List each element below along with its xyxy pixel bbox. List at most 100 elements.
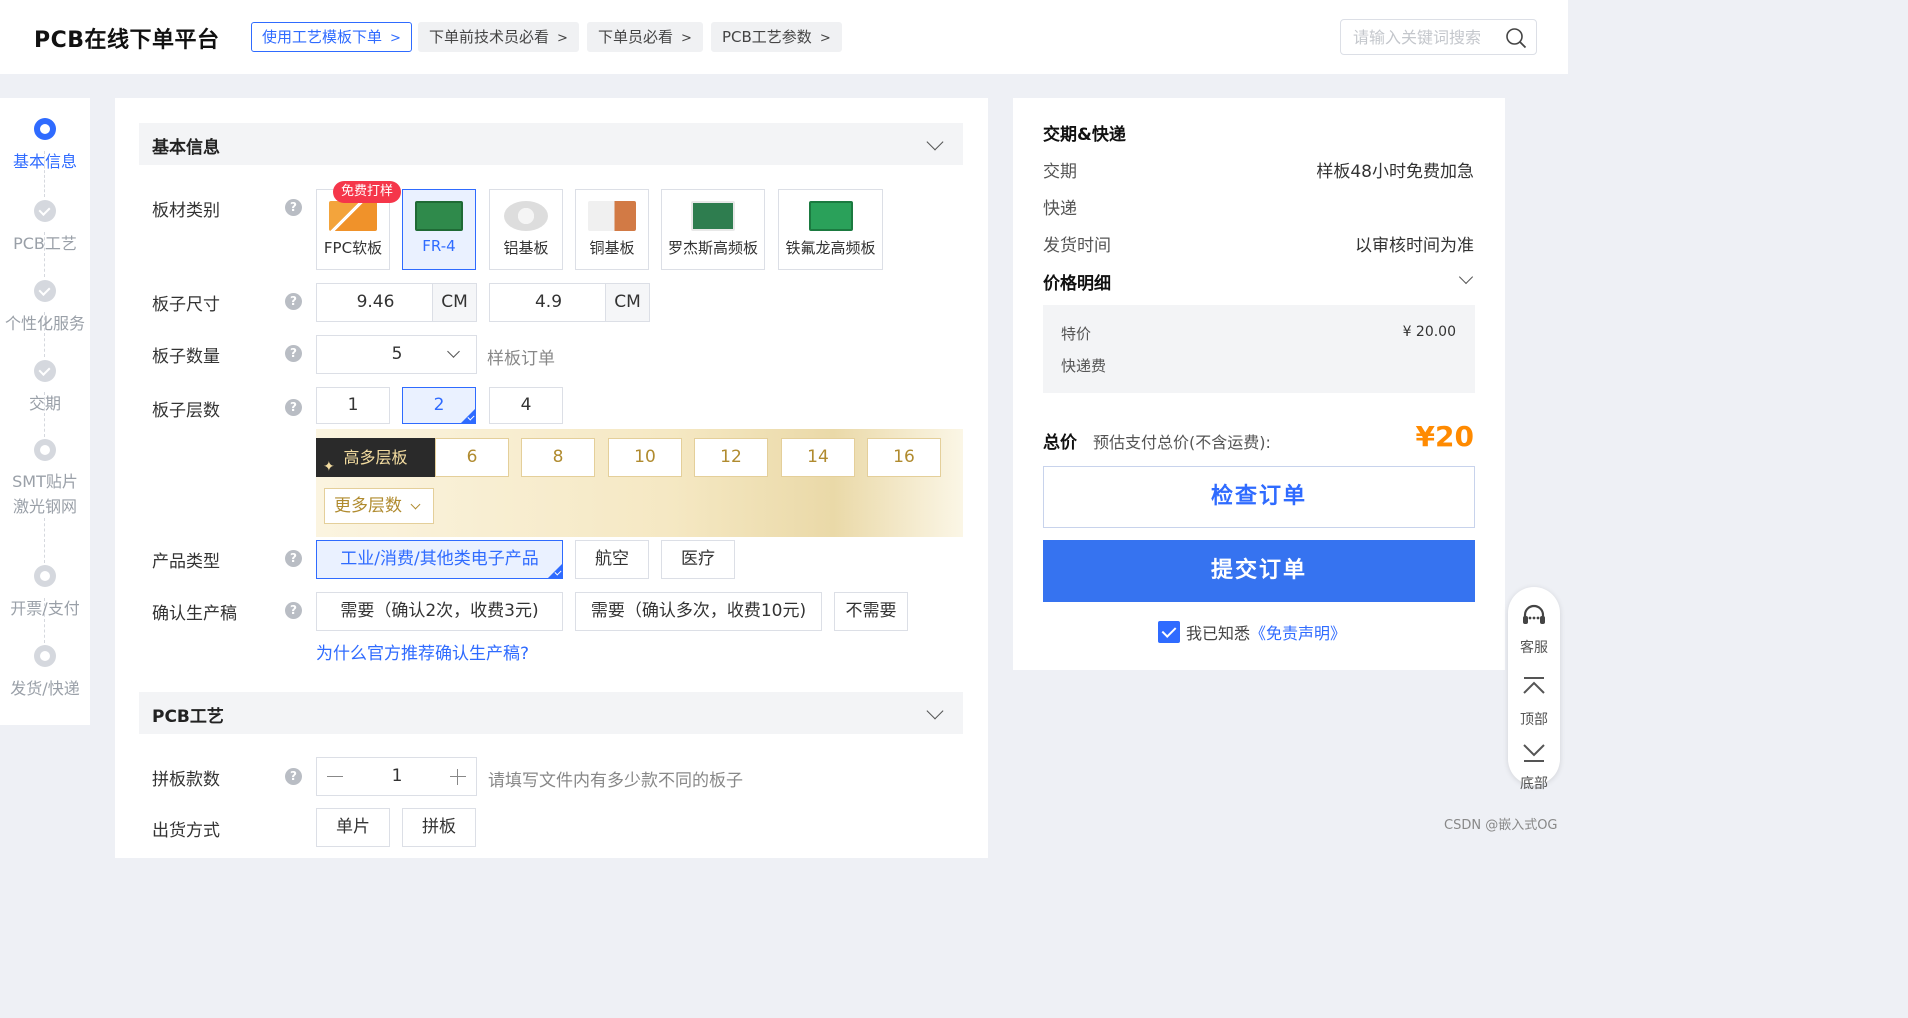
- more-layers-label: 更多层数: [334, 496, 402, 516]
- layer-option-6[interactable]: 6: [435, 438, 509, 477]
- width-input[interactable]: 9.46 CM: [316, 283, 477, 322]
- step-custom-service[interactable]: 个性化服务: [0, 280, 90, 334]
- quantity-hint: 样板订单: [487, 349, 555, 369]
- help-icon[interactable]: ?: [285, 199, 302, 216]
- confirm-draft-label: 确认生产稿: [152, 604, 237, 624]
- material-copper[interactable]: 铜基板: [575, 189, 649, 270]
- delivery-shipping-title: 交期&快递: [1043, 125, 1126, 145]
- layer-option-10[interactable]: 10: [608, 438, 682, 477]
- tag-orderer-must-read[interactable]: 下单员必看 >: [587, 22, 703, 52]
- tag-template-order[interactable]: 使用工艺模板下单 >: [251, 22, 412, 52]
- unit-cm: CM: [432, 284, 476, 321]
- tag-technician-must-read[interactable]: 下单前技术员必看 >: [418, 22, 579, 52]
- help-icon[interactable]: ?: [285, 345, 302, 362]
- section-title: PCB工艺: [152, 707, 224, 727]
- more-layers-dropdown[interactable]: 更多层数: [324, 488, 434, 524]
- disclaimer-link[interactable]: 《免责声明》: [1250, 624, 1346, 643]
- layer-option-14[interactable]: 14: [781, 438, 855, 477]
- scroll-bottom-label: 底部: [1520, 776, 1548, 792]
- product-medical[interactable]: 医疗: [661, 540, 735, 579]
- chevron-down-icon[interactable]: [926, 133, 944, 151]
- section-title: 基本信息: [152, 138, 220, 158]
- material-name: 铁氟龙高频板: [785, 239, 876, 257]
- chevron-right-icon: >: [557, 31, 568, 46]
- panel-count-stepper[interactable]: 1: [316, 757, 477, 796]
- why-confirm-link[interactable]: 为什么官方推荐确认生产稿?: [316, 639, 529, 664]
- chevron-right-icon: >: [819, 31, 831, 46]
- chevron-down-icon: [410, 499, 421, 510]
- layer-option-label: 2: [433, 395, 445, 415]
- ship-method-label: 出货方式: [152, 821, 220, 841]
- help-icon[interactable]: ?: [285, 399, 302, 416]
- width-value[interactable]: 9.46: [317, 284, 434, 321]
- step-delivery-time[interactable]: 交期: [0, 360, 90, 414]
- material-rogers[interactable]: 罗杰斯高频板: [661, 189, 765, 270]
- step-basic-info[interactable]: 基本信息: [0, 118, 90, 172]
- step-connector: [44, 518, 45, 563]
- step-smt-stencil[interactable]: SMT贴片 激光钢网: [0, 439, 90, 519]
- headset-icon: [1523, 604, 1545, 624]
- confirm-twice-option[interactable]: 需要（确认2次，收费3元): [316, 592, 563, 631]
- scroll-top-button[interactable]: 顶部: [1508, 673, 1560, 729]
- help-icon[interactable]: ?: [285, 293, 302, 310]
- brand-title: PCB在线下单平台: [34, 28, 220, 53]
- chevron-down-icon[interactable]: [926, 702, 944, 720]
- total-price: ¥20: [1415, 420, 1474, 453]
- material-teflon[interactable]: 铁氟龙高频板: [778, 189, 883, 270]
- layer-option-8[interactable]: 8: [521, 438, 595, 477]
- search-icon[interactable]: [1505, 27, 1527, 49]
- copper-board-image: [588, 201, 636, 231]
- help-icon[interactable]: ?: [285, 602, 302, 619]
- customer-service-button[interactable]: 客服: [1508, 601, 1560, 657]
- material-name: 铝基板: [503, 239, 549, 257]
- help-icon[interactable]: ?: [285, 550, 302, 567]
- plus-icon[interactable]: [450, 769, 466, 785]
- material-aluminum[interactable]: 铝基板: [489, 189, 563, 270]
- height-value[interactable]: 4.9: [490, 284, 607, 321]
- search-input[interactable]: [1353, 26, 1503, 48]
- layer-option-12[interactable]: 12: [694, 438, 768, 477]
- sparkle-icon: ✦: [323, 459, 335, 475]
- confirm-none-option[interactable]: 不需要: [834, 592, 908, 631]
- layer-option-16[interactable]: 16: [867, 438, 941, 477]
- step-check-icon: [34, 200, 56, 222]
- product-industrial-consumer[interactable]: 工业/消费/其他类电子产品: [316, 540, 563, 579]
- help-icon[interactable]: ?: [285, 768, 302, 785]
- material-name: FR-4: [422, 237, 456, 255]
- ship-panel-option[interactable]: 拼板: [402, 808, 476, 847]
- layer-option-4[interactable]: 4: [489, 387, 563, 424]
- chevron-right-icon: >: [390, 31, 401, 46]
- step-pending-dot-icon: [34, 645, 56, 667]
- scroll-bottom-button[interactable]: 底部: [1508, 737, 1560, 793]
- material-name: FPC软板: [323, 239, 383, 257]
- price-detail-box: 特价 ¥ 20.00 快递费: [1043, 305, 1475, 393]
- agree-text: 我已知悉: [1186, 624, 1251, 643]
- ship-single-option[interactable]: 单片: [316, 808, 390, 847]
- section-pcb-process-header[interactable]: PCB工艺: [139, 692, 963, 734]
- step-label: 个性化服务: [4, 314, 85, 333]
- agree-checkbox[interactable]: [1158, 621, 1180, 643]
- check-order-button[interactable]: 检查订单: [1043, 466, 1475, 528]
- submit-order-button[interactable]: 提交订单: [1043, 540, 1475, 602]
- height-input[interactable]: 4.9 CM: [489, 283, 650, 322]
- high-layer-tag: ✦ 高多层板: [316, 438, 435, 477]
- step-shipping[interactable]: 发货/快递: [0, 645, 90, 699]
- step-label: 开票/支付: [10, 599, 80, 618]
- material-fr4[interactable]: FR-4: [402, 189, 476, 270]
- fr4-board-image: [415, 201, 463, 231]
- step-label: 交期: [28, 394, 61, 413]
- chevron-down-icon[interactable]: [1458, 269, 1474, 285]
- layer-option-2[interactable]: 2: [402, 387, 476, 424]
- order-form: 基本信息 板材类别 ? 免费打样 FPC软板 FR-4 铝基板 铜基板 罗杰斯高…: [115, 98, 988, 858]
- tag-pcb-params[interactable]: PCB工艺参数 >: [711, 22, 842, 52]
- step-pcb-process[interactable]: PCB工艺: [0, 200, 90, 254]
- quantity-select[interactable]: 5: [316, 335, 477, 374]
- section-basic-info-header[interactable]: 基本信息: [139, 123, 963, 165]
- step-invoice-payment[interactable]: 开票/支付: [0, 565, 90, 619]
- high-layer-tag-label: 高多层板: [343, 448, 408, 467]
- watermark: CSDN @嵌入式OG: [1444, 818, 1558, 833]
- product-aviation[interactable]: 航空: [575, 540, 649, 579]
- layer-option-1[interactable]: 1: [316, 387, 390, 424]
- express-label: 快递: [1043, 199, 1077, 219]
- confirm-multiple-option[interactable]: 需要（确认多次，收费10元): [575, 592, 822, 631]
